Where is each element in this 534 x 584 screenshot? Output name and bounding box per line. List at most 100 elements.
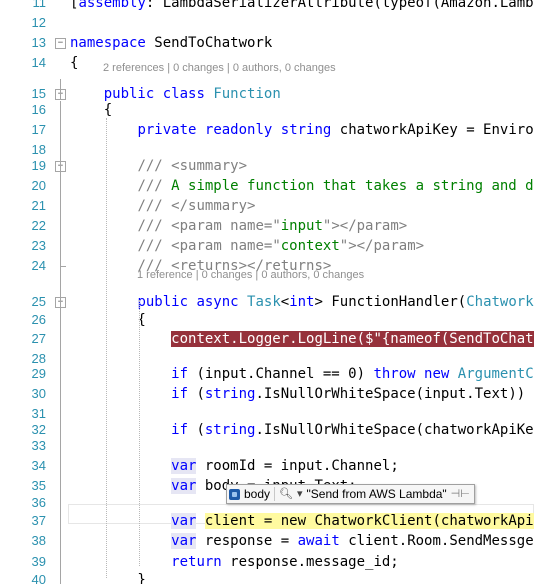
line-number: 22 <box>31 218 46 233</box>
code-token: chatworkApiKey = Enviro <box>331 122 534 138</box>
code-token: A simple function that takes a string an… <box>162 178 534 194</box>
indent-guide <box>106 118 107 578</box>
code-token: private <box>137 122 197 138</box>
line-number: 19 <box>31 158 46 173</box>
code-text: } <box>70 570 145 584</box>
code-line[interactable]: 11 [assembly: LambdaSerializerAttribute(t… <box>0 0 534 13</box>
code-line[interactable]: 30 if (string.IsNullOrWhiteSpace(input.T… <box>0 384 534 404</box>
line-number: 23 <box>31 238 46 253</box>
visualizer-dropdown-button[interactable]: ▾ <box>297 485 303 503</box>
code-line[interactable]: 33 <box>0 436 534 456</box>
code-line[interactable]: 12 <box>0 13 534 33</box>
code-line[interactable]: 29 if (input.Channel == 0) throw new Arg… <box>0 364 534 384</box>
code-token: /// <box>137 178 163 194</box>
line-number: 36 <box>31 495 46 510</box>
code-line[interactable]: 21 /// </summary> <box>0 196 534 216</box>
code-line[interactable]: 20 /// A simple function that takes a st… <box>0 176 534 196</box>
line-number: 33 <box>31 438 46 453</box>
code-token: response.message_id; <box>221 554 399 570</box>
code-line[interactable]: 17 private readonly string chatworkApiKe… <box>0 120 534 140</box>
code-token: var <box>171 533 197 549</box>
codelens-info[interactable]: 1 reference | 0 changes | 0 authors, 0 c… <box>137 267 364 283</box>
breakpoint-highlight: context.Logger.LogLine($"{nameof(SendToC… <box>171 331 534 347</box>
code-token: "></param> <box>322 218 408 234</box>
code-token: var <box>171 478 197 494</box>
code-token: public <box>137 294 189 310</box>
line-number: 24 <box>31 258 46 273</box>
code-line[interactable]: 39 return response.message_id; <box>0 552 534 572</box>
collapse-toggle-icon[interactable]: − <box>55 38 66 49</box>
line-number: 29 <box>31 366 46 381</box>
fold-guide-line <box>60 79 61 100</box>
pin-icon[interactable]: ⊣⊢ <box>451 485 470 503</box>
code-token: assembly <box>78 0 146 11</box>
codelens-info[interactable]: 2 references | 0 changes | 0 authors, 0 … <box>103 60 336 76</box>
code-token: <param name=" <box>171 218 281 234</box>
magnifier-icon[interactable]: 🔍︎ <box>279 485 293 503</box>
code-line[interactable]: 25− public async Task<int> FunctionHandl… <box>0 292 534 312</box>
code-line[interactable]: 22 /// <param name="input"></param> <box>0 216 534 236</box>
code-line[interactable]: 13− namespace SendToChatwork <box>0 33 534 53</box>
code-token: if <box>171 366 189 382</box>
code-token: return <box>171 554 222 570</box>
code-line[interactable]: 38 var response = await client.Room.Send… <box>0 531 534 551</box>
datatip-value[interactable]: "Send from AWS Lambda" <box>307 485 447 503</box>
code-token: (input.Channel == 0) <box>188 366 374 382</box>
code-text: return response.message_id; <box>70 552 399 572</box>
code-text: /// A simple function that takes a strin… <box>70 176 534 196</box>
code-token: /// <box>137 198 163 214</box>
code-line[interactable]: 23 /// <param name="context"></param> <box>0 236 534 256</box>
code-line[interactable]: 26 { <box>0 310 534 330</box>
datatip-popup[interactable]: body 🔍︎ ▾ "Send from AWS Lambda" ⊣⊢ <box>226 484 475 504</box>
code-text: { <box>70 53 78 73</box>
code-text: [assembly: LambdaSerializerAttribute(typ… <box>70 0 534 13</box>
line-number: 21 <box>31 198 46 213</box>
code-token: context <box>280 238 340 254</box>
code-line[interactable]: 37 var client = new ChatworkClient(chatw… <box>0 511 534 531</box>
code-token: ( <box>188 386 205 402</box>
code-token: ArgumentC <box>457 366 534 382</box>
code-line[interactable]: 27 context.Logger.LogLine($"{nameof(Send… <box>0 329 534 349</box>
code-line[interactable]: 16 { <box>0 100 534 120</box>
code-line[interactable]: 19− /// <summary> <box>0 156 534 176</box>
code-line[interactable]: 34 var roomId = input.Channel; <box>0 456 534 476</box>
field-icon <box>229 488 240 500</box>
line-number: 27 <box>31 331 46 346</box>
code-token: SendToChatwork <box>145 35 273 51</box>
code-token: namespace <box>70 35 146 51</box>
line-number: 37 <box>31 513 46 528</box>
code-line[interactable]: 40 } <box>0 570 534 584</box>
code-token: async <box>196 294 239 310</box>
current-statement-highlight: client = new ChatworkClient(chatworkApi <box>204 513 534 529</box>
code-token: { <box>70 312 146 328</box>
code-text: /// <summary> <box>70 156 247 176</box>
code-token: client.Room.SendMessge <box>339 533 534 549</box>
code-token: int <box>289 294 315 310</box>
line-number: 25 <box>31 294 46 309</box>
code-token: { <box>70 55 79 71</box>
line-number: 11 <box>32 0 47 10</box>
code-token: throw <box>373 366 416 382</box>
